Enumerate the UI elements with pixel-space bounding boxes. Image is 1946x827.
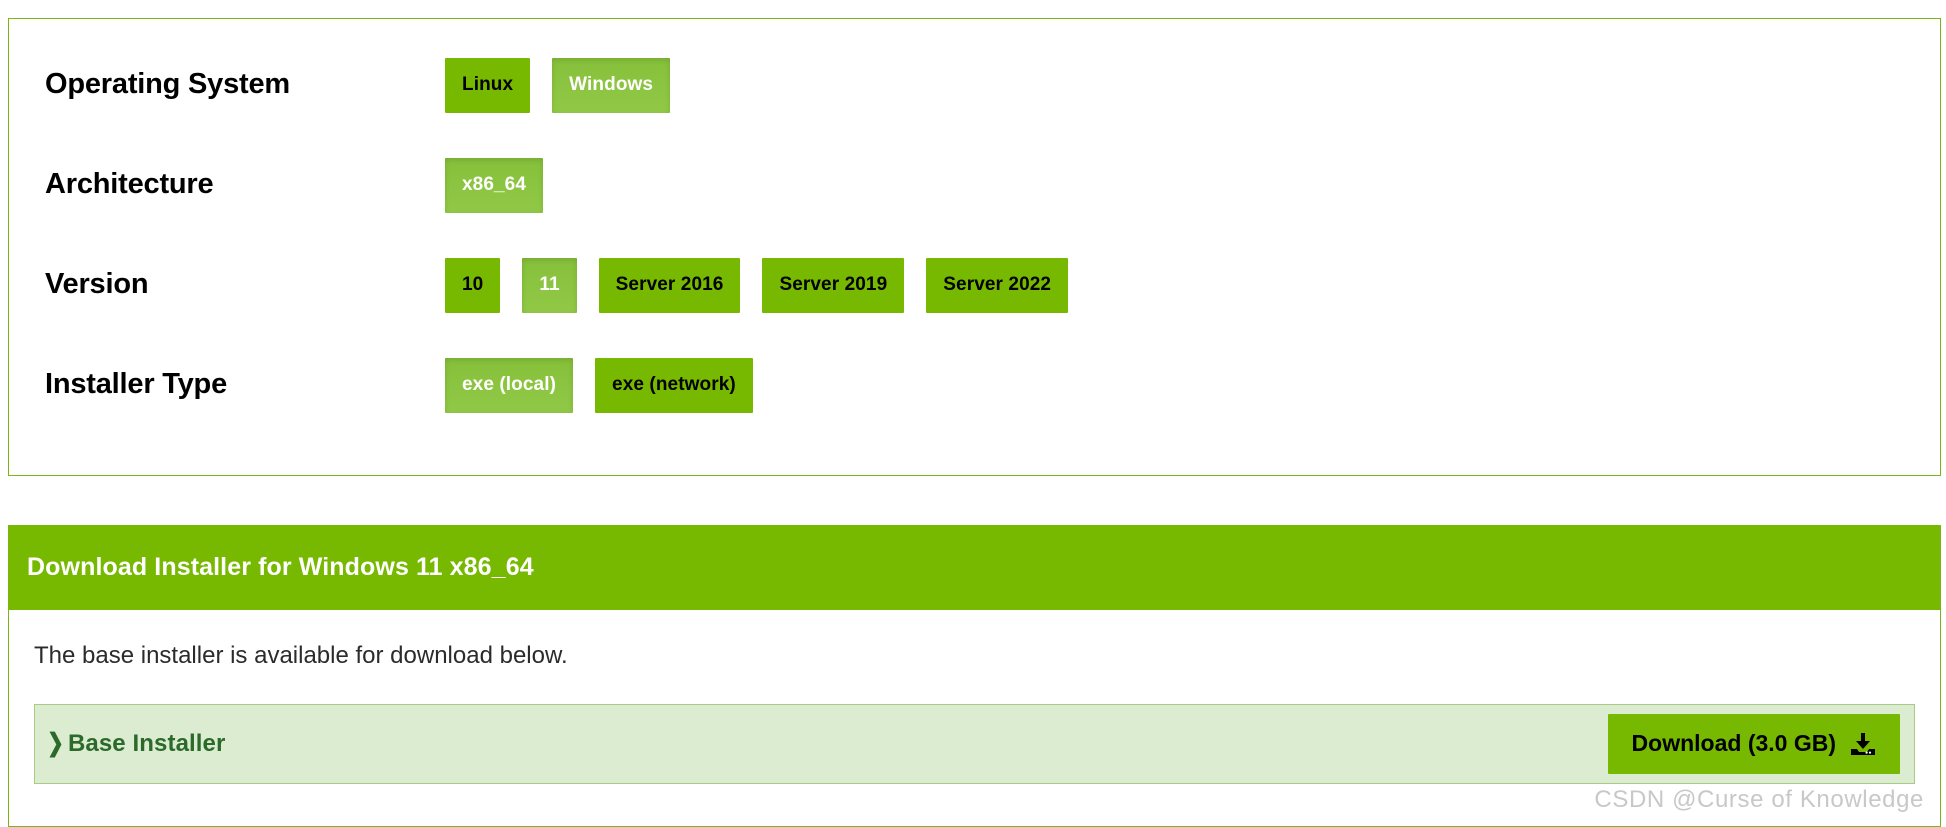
row-label-installer-type: Installer Type (45, 368, 228, 401)
download-button[interactable]: Download (3.0 GB) (1607, 713, 1900, 774)
cuda-selector-panel: Operating System Linux Windows Architect… (8, 18, 1941, 476)
selector-row-version: Version 10 11 Server 2016 Server 2019 Se… (9, 233, 1940, 337)
download-panel-body: The base installer is available for down… (9, 642, 1940, 784)
option-group-version: 10 11 Server 2016 Server 2019 Server 202… (445, 257, 1069, 313)
option-x86-64[interactable]: x86_64 (445, 157, 544, 213)
base-installer-label: Base Installer (67, 729, 226, 757)
option-group-architecture: x86_64 (445, 157, 544, 213)
option-windows[interactable]: Windows (552, 57, 671, 113)
option-server-2019[interactable]: Server 2019 (762, 257, 905, 313)
option-group-installer-type: exe (local) exe (network) (445, 357, 753, 413)
option-version-11[interactable]: 11 (522, 257, 577, 313)
download-panel: Download Installer for Windows 11 x86_64… (8, 525, 1941, 827)
row-label-operating-system: Operating System (45, 68, 290, 101)
selector-row-installer-type: Installer Type exe (local) exe (network) (9, 333, 1940, 437)
download-panel-header: Download Installer for Windows 11 x86_64 (9, 525, 1940, 610)
option-server-2022[interactable]: Server 2022 (926, 257, 1069, 313)
download-tray-icon (1850, 732, 1876, 756)
selector-row-operating-system: Operating System Linux Windows (9, 33, 1940, 137)
row-label-version: Version (45, 268, 149, 301)
option-exe-network[interactable]: exe (network) (595, 357, 753, 413)
download-button-label: Download (3.0 GB) (1631, 730, 1836, 757)
option-server-2016[interactable]: Server 2016 (598, 257, 741, 313)
row-label-architecture: Architecture (45, 168, 214, 201)
option-exe-local[interactable]: exe (local) (445, 357, 574, 413)
base-installer-row[interactable]: ❯ Base Installer Download (3.0 GB) (34, 703, 1915, 784)
download-description: The base installer is available for down… (34, 642, 568, 669)
option-linux[interactable]: Linux (445, 57, 531, 113)
option-group-operating-system: Linux Windows (445, 57, 671, 113)
chevron-right-icon[interactable]: ❯ (47, 731, 64, 756)
base-installer-toggle[interactable]: ❯ Base Installer (45, 730, 225, 758)
download-header-title: Download Installer for Windows 11 x86_64 (27, 553, 534, 581)
selector-row-architecture: Architecture x86_64 (9, 133, 1940, 237)
option-version-10[interactable]: 10 (445, 257, 501, 313)
